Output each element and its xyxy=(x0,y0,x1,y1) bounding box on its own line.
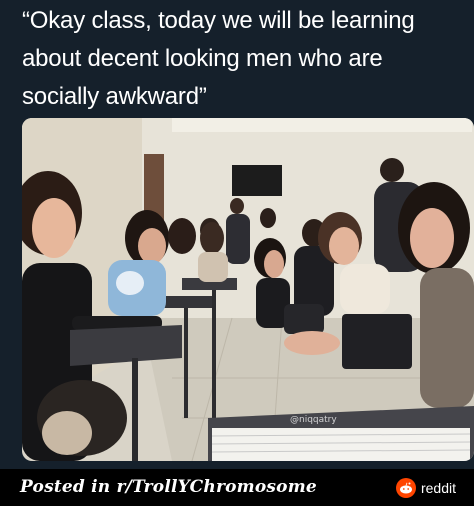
meme-caption: “Okay class, today we will be learning a… xyxy=(22,2,462,116)
footer-bar: Posted in r/TrollYChromosome reddit xyxy=(0,469,474,506)
classroom-illustration xyxy=(22,118,474,461)
reddit-branding: reddit xyxy=(395,478,456,498)
photo-watermark: @niqqatry xyxy=(290,415,337,425)
posted-in-text: Posted in r/TrollYChromosome xyxy=(20,477,317,497)
caption-line-2: about decent looking men who are xyxy=(22,45,383,72)
wall-tv xyxy=(232,165,282,196)
caption-line-3: socially awkward” xyxy=(22,83,207,110)
reddit-label: reddit xyxy=(420,480,456,496)
caption-line-1: “Okay class, today we will be learning xyxy=(22,7,415,34)
reddit-logo-icon xyxy=(395,478,416,498)
classroom-photo: @niqqatry xyxy=(22,118,474,461)
